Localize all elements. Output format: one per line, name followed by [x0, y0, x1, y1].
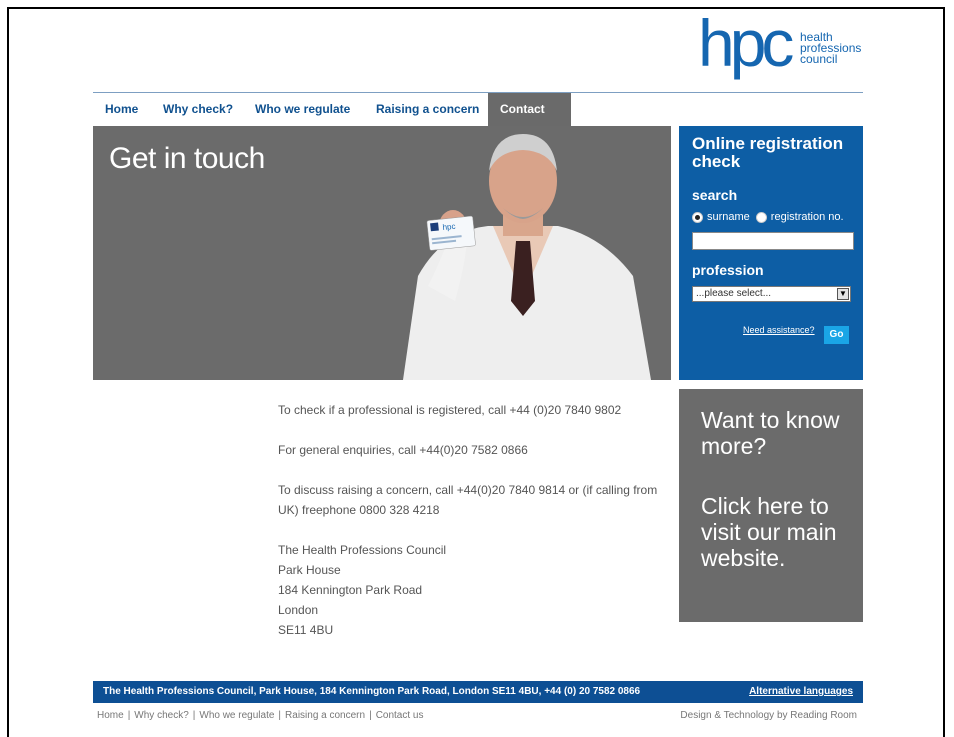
logo-text: health professions council: [800, 31, 880, 66]
hero-banner: Get in touch hpc: [93, 126, 671, 380]
nav-item-raising-a-concern[interactable]: Raising a concern: [364, 93, 491, 126]
logo-mark: hpc: [698, 6, 794, 80]
registration-title: Online registration check: [692, 134, 844, 171]
footer-link-raising-a-concern[interactable]: Raising a concern: [285, 710, 365, 721]
radio-registration-no[interactable]: [755, 211, 767, 223]
hero-title: Get in touch: [109, 142, 265, 175]
search-type-radios: surname registration no.: [692, 211, 850, 223]
profession-label: profession: [692, 262, 764, 278]
registration-check-panel: Online registration check search surname…: [679, 126, 863, 380]
search-input[interactable]: [692, 232, 854, 250]
radio-surname-label: surname: [707, 211, 750, 223]
chevron-down-icon[interactable]: ▼: [837, 288, 849, 300]
footer-address-bar: The Health Professions Council, Park Hou…: [93, 681, 863, 703]
doctor-photo: hpc: [403, 134, 651, 380]
separator: |: [127, 710, 131, 721]
promo-heading: Want to know more?: [701, 407, 840, 459]
nav-item-home[interactable]: Home: [93, 93, 150, 126]
go-button[interactable]: Go: [824, 326, 849, 344]
nav-item-why-check[interactable]: Why check?: [151, 93, 245, 126]
contact-details: To check if a professional is registered…: [278, 400, 658, 640]
postal-address: The Health Professions Council Park Hous…: [278, 540, 658, 640]
separator: |: [369, 710, 372, 721]
promo-link-text[interactable]: Click here to visit our main website.: [701, 493, 841, 571]
footer-link-home[interactable]: Home: [97, 710, 124, 721]
footer-link-who-we-regulate[interactable]: Who we regulate: [199, 710, 274, 721]
footer-address: The Health Professions Council, Park Hou…: [103, 686, 641, 697]
main-nav: Home Why check? Who we regulate Raising …: [93, 92, 863, 149]
search-label: search: [692, 187, 738, 203]
profession-select[interactable]: ...please select... ▼: [692, 286, 851, 302]
design-credit[interactable]: Design & Technology by Reading Room: [680, 710, 857, 721]
alternative-languages-link[interactable]: Alternative languages: [749, 681, 853, 703]
footer-link-contact-us[interactable]: Contact us: [376, 710, 424, 721]
footer-link-why-check[interactable]: Why check?: [134, 710, 188, 721]
contact-line-concern: To discuss raising a concern, call +44(0…: [278, 483, 658, 517]
card-logo: hpc: [442, 222, 456, 232]
main-website-promo[interactable]: Want to know more? Click here to visit o…: [679, 389, 863, 622]
separator: |: [192, 710, 196, 721]
need-assistance-link[interactable]: Need assistance?: [743, 325, 815, 335]
contact-line-general: For general enquiries, call +44(0)20 758…: [278, 443, 528, 457]
nav-item-contact-us[interactable]: Contact us: [488, 93, 571, 149]
logo-line-3: council: [800, 52, 838, 66]
radio-registration-no-label: registration no.: [770, 211, 844, 223]
address-line: The Health Professions Council: [278, 543, 447, 557]
separator: |: [278, 710, 282, 721]
radio-surname[interactable]: [692, 211, 703, 223]
nav-item-who-we-regulate[interactable]: Who we regulate: [243, 93, 362, 126]
contact-line-register: To check if a professional is registered…: [278, 403, 622, 417]
address-line: 184 Kennington Park Road: [278, 583, 423, 597]
address-line: SE11 4BU: [278, 623, 334, 637]
address-line: London: [278, 603, 319, 617]
footer-links: Home | Why check? | Who we regulate | Raising …: [97, 710, 857, 721]
address-line: Park House: [278, 563, 341, 577]
profession-select-value: ...please select...: [696, 288, 772, 299]
